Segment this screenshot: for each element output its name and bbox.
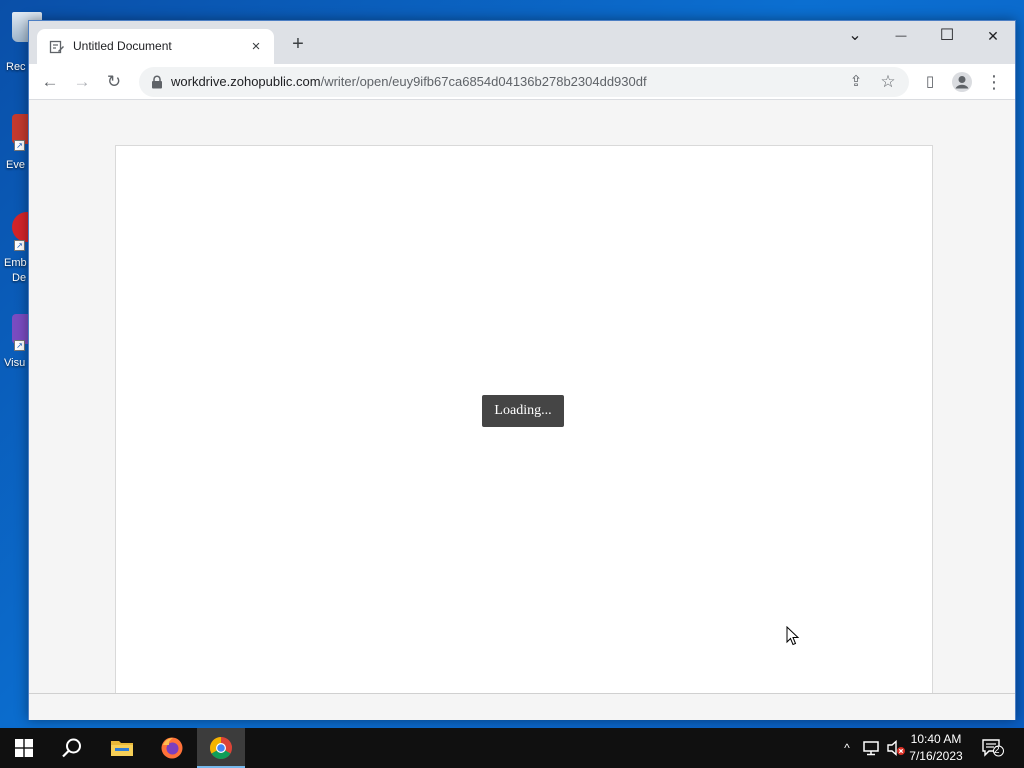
firefox-icon (161, 737, 183, 759)
url-path: /writer/open/euy9ifb67ca6854d04136b278b2… (320, 74, 647, 89)
desktop-icon-label: Eve (6, 159, 25, 171)
clock-time: 10:40 AM (910, 732, 962, 746)
windows-logo-icon (15, 739, 33, 757)
chrome-icon (210, 737, 232, 759)
minimize-button[interactable]: — (878, 21, 924, 51)
notification-icon (982, 739, 1004, 757)
tab-close-icon[interactable]: × (246, 37, 266, 57)
account-icon (952, 72, 972, 92)
search-button[interactable] (48, 728, 96, 768)
maximize-button[interactable]: ☐ (924, 21, 970, 51)
forward-button[interactable]: → (69, 69, 95, 95)
document-page[interactable]: Loading... (115, 145, 933, 693)
document-edit-icon (49, 40, 64, 54)
show-hidden-icons-button[interactable]: ^ (838, 728, 856, 768)
address-bar[interactable]: workdrive.zohopublic.com/writer/open/euy… (139, 67, 909, 97)
speaker-muted-icon (887, 739, 905, 757)
bookmark-star-icon[interactable]: ☆ (875, 69, 901, 95)
folder-icon (111, 741, 133, 756)
search-icon (62, 738, 81, 758)
desktop-icon-label: Visu (4, 357, 26, 369)
shortcut-arrow-icon: ↗ (14, 340, 25, 351)
reload-button[interactable]: ↻ (101, 69, 127, 95)
browser-toolbar: ← → ↻ workdrive.zohopublic.com/writer/op… (29, 64, 1015, 100)
tab-title: Untitled Document (73, 39, 172, 53)
network-icon[interactable] (860, 728, 882, 768)
system-clock[interactable]: 10:40 AM 7/16/2023 (906, 731, 966, 765)
editor-status-bar (29, 693, 1015, 720)
tab-strip: Untitled Document × + ⌄ — ☐ ✕ (29, 21, 1015, 64)
back-button[interactable]: ← (37, 69, 63, 95)
taskbar: ^ 10:40 AM 7/16/2023 2 (0, 728, 1024, 768)
notification-count-badge: 2 (994, 745, 1000, 756)
mouse-cursor-icon (786, 626, 800, 646)
close-window-button[interactable]: ✕ (970, 21, 1016, 51)
desktop-icon-label: Emb (4, 257, 27, 269)
tab-untitled-document[interactable]: Untitled Document × (37, 29, 274, 64)
start-button[interactable] (0, 728, 48, 768)
network-monitor-icon (863, 741, 879, 756)
desktop-icon-label: Rec (6, 61, 26, 73)
side-panel-button[interactable]: ▯ (917, 69, 943, 95)
volume-muted-icon[interactable] (884, 728, 908, 768)
lock-icon (152, 75, 162, 89)
url-host: workdrive.zohopublic.com (171, 74, 321, 89)
shortcut-arrow-icon: ↗ (14, 140, 25, 151)
loading-indicator: Loading... (482, 395, 564, 427)
desktop-icon-label: De (12, 272, 27, 284)
profile-avatar[interactable] (949, 69, 975, 95)
chrome-button[interactable] (197, 728, 245, 768)
action-center-button[interactable]: 2 (978, 728, 1008, 768)
shortcut-arrow-icon: ↗ (14, 240, 25, 251)
firefox-button[interactable] (148, 728, 196, 768)
tab-search-button[interactable]: ⌄ (832, 21, 878, 51)
clock-date: 7/16/2023 (909, 749, 963, 763)
page-viewport: Loading... (29, 101, 1015, 693)
file-explorer-button[interactable] (98, 728, 146, 768)
browser-menu-button[interactable]: ⋮ (981, 69, 1007, 95)
share-icon[interactable]: ⇪ (843, 69, 869, 95)
browser-window: Untitled Document × + ⌄ — ☐ ✕ ← → ↻ work… (28, 20, 1016, 720)
new-tab-button[interactable]: + (287, 34, 309, 56)
url-text: workdrive.zohopublic.com/writer/open/euy… (171, 74, 647, 89)
